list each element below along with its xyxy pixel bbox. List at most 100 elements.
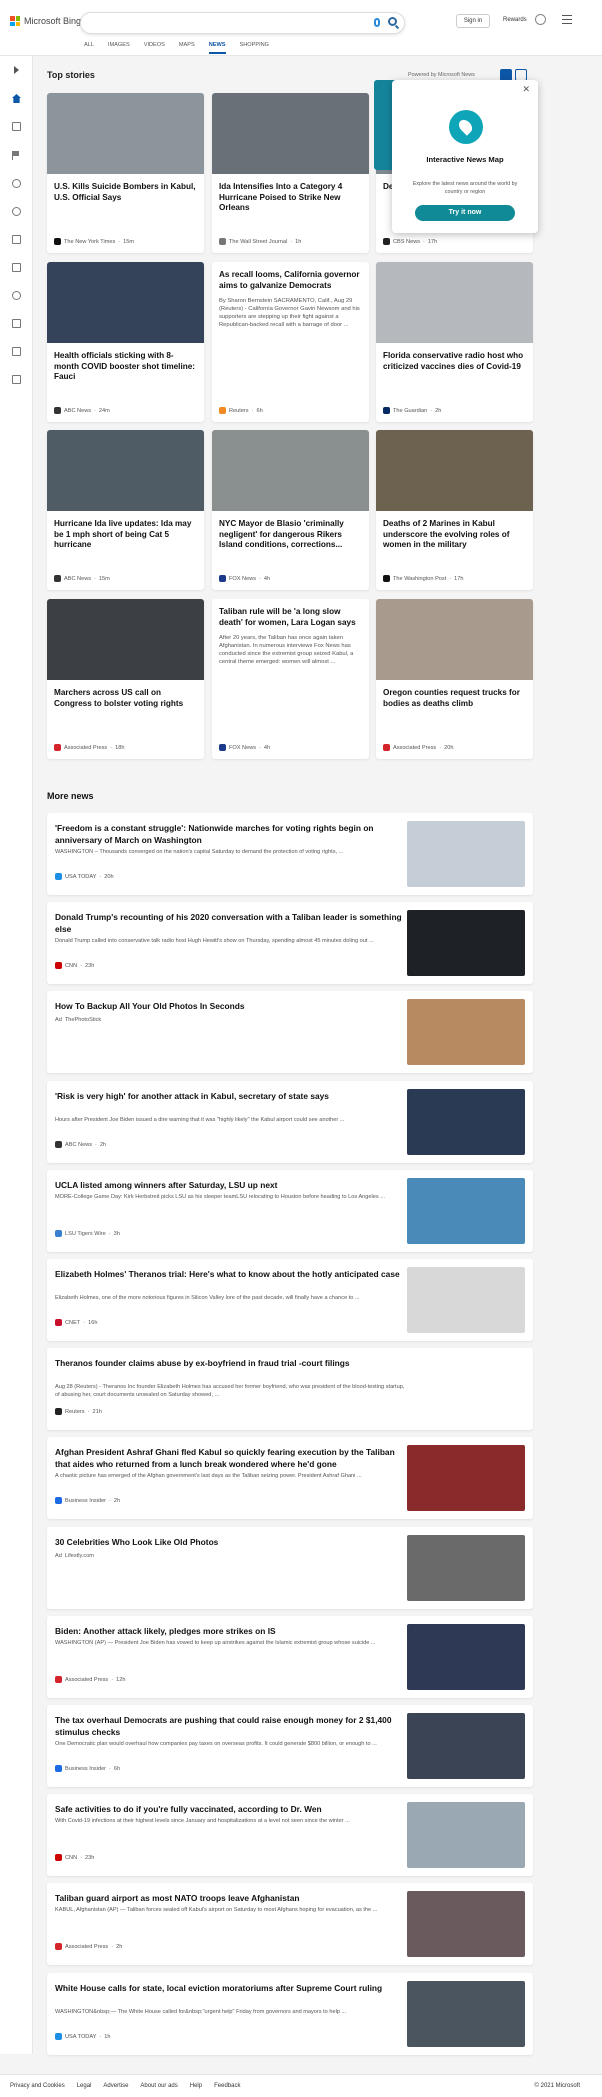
- close-icon[interactable]: ✕: [522, 84, 530, 95]
- footer-link-about-ads[interactable]: About our ads: [140, 2083, 177, 2089]
- footer-link-help[interactable]: Help: [190, 2083, 202, 2089]
- news-description: Hours after President Joe Biden issued a…: [55, 1117, 345, 1123]
- story-card[interactable]: U.S. Kills Suicide Bombers in Kabul, U.S…: [47, 93, 204, 253]
- story-card[interactable]: Florida conservative radio host who crit…: [376, 262, 533, 422]
- news-thumbnail: [407, 999, 525, 1065]
- news-thumbnail: [407, 1981, 525, 2047]
- rewards-link[interactable]: Rewards: [503, 17, 527, 23]
- hamburger-menu-icon[interactable]: [562, 15, 572, 27]
- story-image: [47, 262, 204, 343]
- story-card[interactable]: Oregon counties request trucks for bodie…: [376, 599, 533, 759]
- news-thumbnail: [407, 1178, 525, 1244]
- search-input[interactable]: [80, 12, 405, 34]
- tab-maps[interactable]: MAPS: [179, 42, 195, 53]
- news-thumbnail: [407, 1891, 525, 1957]
- story-source: FOX News · 4h: [219, 744, 270, 751]
- footer-link-legal[interactable]: Legal: [77, 2083, 92, 2089]
- news-source: Business Insider · 2h: [55, 1497, 120, 1504]
- story-card[interactable]: NYC Mayor de Blasio 'criminally negligen…: [212, 430, 369, 590]
- try-it-now-button[interactable]: Try it now: [415, 205, 515, 221]
- news-title: Taliban guard airport as most NATO troop…: [55, 1893, 300, 1903]
- story-summary: By Sharon Bernstein SACRAMENTO, Calif., …: [219, 298, 360, 329]
- news-title: 'Freedom is a constant struggle': Nation…: [55, 823, 374, 845]
- entertainment-icon[interactable]: [12, 319, 21, 328]
- science-icon[interactable]: [12, 235, 21, 244]
- publisher-logo-icon: [55, 1854, 62, 1861]
- story-card[interactable]: Hurricane Ida live updates: Ida may be 1…: [47, 430, 204, 590]
- news-title: UCLA listed among winners after Saturday…: [55, 1180, 278, 1190]
- tab-all[interactable]: ALL: [84, 42, 94, 53]
- news-title: How To Backup All Your Old Photos In Sec…: [55, 1001, 245, 1011]
- expand-rail-icon[interactable]: [14, 66, 19, 74]
- footer-link-feedback[interactable]: Feedback: [214, 2083, 240, 2089]
- globe-icon[interactable]: [12, 207, 21, 216]
- story-card[interactable]: Health officials sticking with 8-month C…: [47, 262, 204, 422]
- story-card[interactable]: Ida Intensifies Into a Category 4 Hurric…: [212, 93, 369, 253]
- publisher-logo-icon: [383, 575, 390, 582]
- news-row[interactable]: 'Risk is very high' for another attack i…: [47, 1081, 533, 1163]
- news-description: One Democratic plan would overhaul how c…: [55, 1741, 377, 1747]
- tab-shopping[interactable]: SHOPPING: [240, 42, 270, 53]
- story-summary: After 20 years, the Taliban has once aga…: [219, 635, 354, 666]
- news-row[interactable]: 'Freedom is a constant struggle': Nation…: [47, 813, 533, 895]
- story-source: ABC News · 15m: [54, 575, 110, 582]
- story-image: [376, 599, 533, 680]
- news-row[interactable]: How To Backup All Your Old Photos In Sec…: [47, 991, 533, 1073]
- publisher-logo-icon: [383, 744, 390, 751]
- publisher-logo-icon: [383, 407, 390, 414]
- bing-logo[interactable]: Microsoft Bing: [10, 16, 81, 26]
- story-title: As recall looms, California governor aim…: [219, 270, 360, 290]
- news-thumbnail: [407, 1267, 525, 1333]
- news-row[interactable]: UCLA listed among winners after Saturday…: [47, 1170, 533, 1252]
- sign-in-button[interactable]: Sign in: [456, 14, 490, 28]
- news-source: Ad ThePhotoStick: [55, 1017, 102, 1023]
- news-row[interactable]: Donald Trump's recounting of his 2020 co…: [47, 902, 533, 984]
- tab-videos[interactable]: VIDEOS: [144, 42, 165, 53]
- news-row[interactable]: Afghan President Ashraf Ghani fled Kabul…: [47, 1437, 533, 1519]
- news-source: ABC News · 2h: [55, 1141, 106, 1148]
- news-row[interactable]: Theranos founder claims abuse by ex-boyf…: [47, 1348, 533, 1430]
- story-card[interactable]: Taliban rule will be 'a long slow death'…: [212, 599, 369, 759]
- news-row[interactable]: Taliban guard airport as most NATO troop…: [47, 1883, 533, 1965]
- story-card[interactable]: As recall looms, California governor aim…: [212, 262, 369, 422]
- story-card[interactable]: Marchers across US call on Congress to b…: [47, 599, 204, 759]
- news-description: Donald Trump called into conservative ta…: [55, 938, 374, 944]
- story-title: U.S. Kills Suicide Bombers in Kabul, U.S…: [54, 182, 196, 202]
- news-row[interactable]: White House calls for state, local evict…: [47, 1973, 533, 2055]
- news-row[interactable]: The tax overhaul Democrats are pushing t…: [47, 1705, 533, 1787]
- home-icon[interactable]: [12, 94, 21, 103]
- publisher-logo-icon: [54, 238, 61, 245]
- tab-images[interactable]: IMAGES: [108, 42, 130, 53]
- story-source: The Washington Post · 17h: [383, 575, 464, 582]
- story-title: Marchers across US call on Congress to b…: [54, 688, 184, 708]
- footer-link-privacy[interactable]: Privacy and Cookies: [10, 2083, 65, 2089]
- publisher-logo-icon: [55, 2033, 62, 2040]
- tab-news[interactable]: NEWS: [208, 42, 226, 54]
- trending-icon[interactable]: [12, 122, 21, 131]
- powered-by-label: Powered by Microsoft News: [408, 72, 475, 78]
- search-icon[interactable]: [388, 17, 397, 26]
- rewards-trophy-icon[interactable]: [535, 14, 546, 25]
- news-title: 30 Celebrities Who Look Like Old Photos: [55, 1537, 219, 1547]
- story-card[interactable]: Deaths of 2 Marines in Kabul underscore …: [376, 430, 533, 590]
- story-title: Hurricane Ida live updates: Ida may be 1…: [54, 519, 192, 550]
- car-icon[interactable]: [12, 375, 21, 384]
- news-map-popup: ✕ Interactive News Map Explore the lates…: [392, 80, 538, 233]
- flag-icon[interactable]: [12, 151, 21, 160]
- business-icon[interactable]: [12, 347, 21, 356]
- news-row[interactable]: Elizabeth Holmes' Theranos trial: Here's…: [47, 1259, 533, 1341]
- publisher-logo-icon: [55, 1141, 62, 1148]
- rocket-icon[interactable]: [12, 263, 21, 272]
- location-icon[interactable]: [12, 179, 21, 188]
- news-title: Donald Trump's recounting of his 2020 co…: [55, 912, 402, 934]
- news-row[interactable]: Biden: Another attack likely, pledges mo…: [47, 1616, 533, 1698]
- news-row[interactable]: Safe activities to do if you're fully va…: [47, 1794, 533, 1876]
- microphone-icon[interactable]: [374, 18, 380, 27]
- news-row[interactable]: 30 Celebrities Who Look Like Old Photos A…: [47, 1527, 533, 1609]
- story-title: Ida Intensifies Into a Category 4 Hurric…: [219, 182, 343, 213]
- top-header: Microsoft Bing Sign in Rewards ALL IMAGE…: [0, 0, 602, 56]
- news-source: LSU Tigers Wire · 3h: [55, 1230, 120, 1237]
- publisher-logo-icon: [219, 238, 226, 245]
- sports-icon[interactable]: [12, 291, 21, 300]
- footer-link-advertise[interactable]: Advertise: [103, 2083, 128, 2089]
